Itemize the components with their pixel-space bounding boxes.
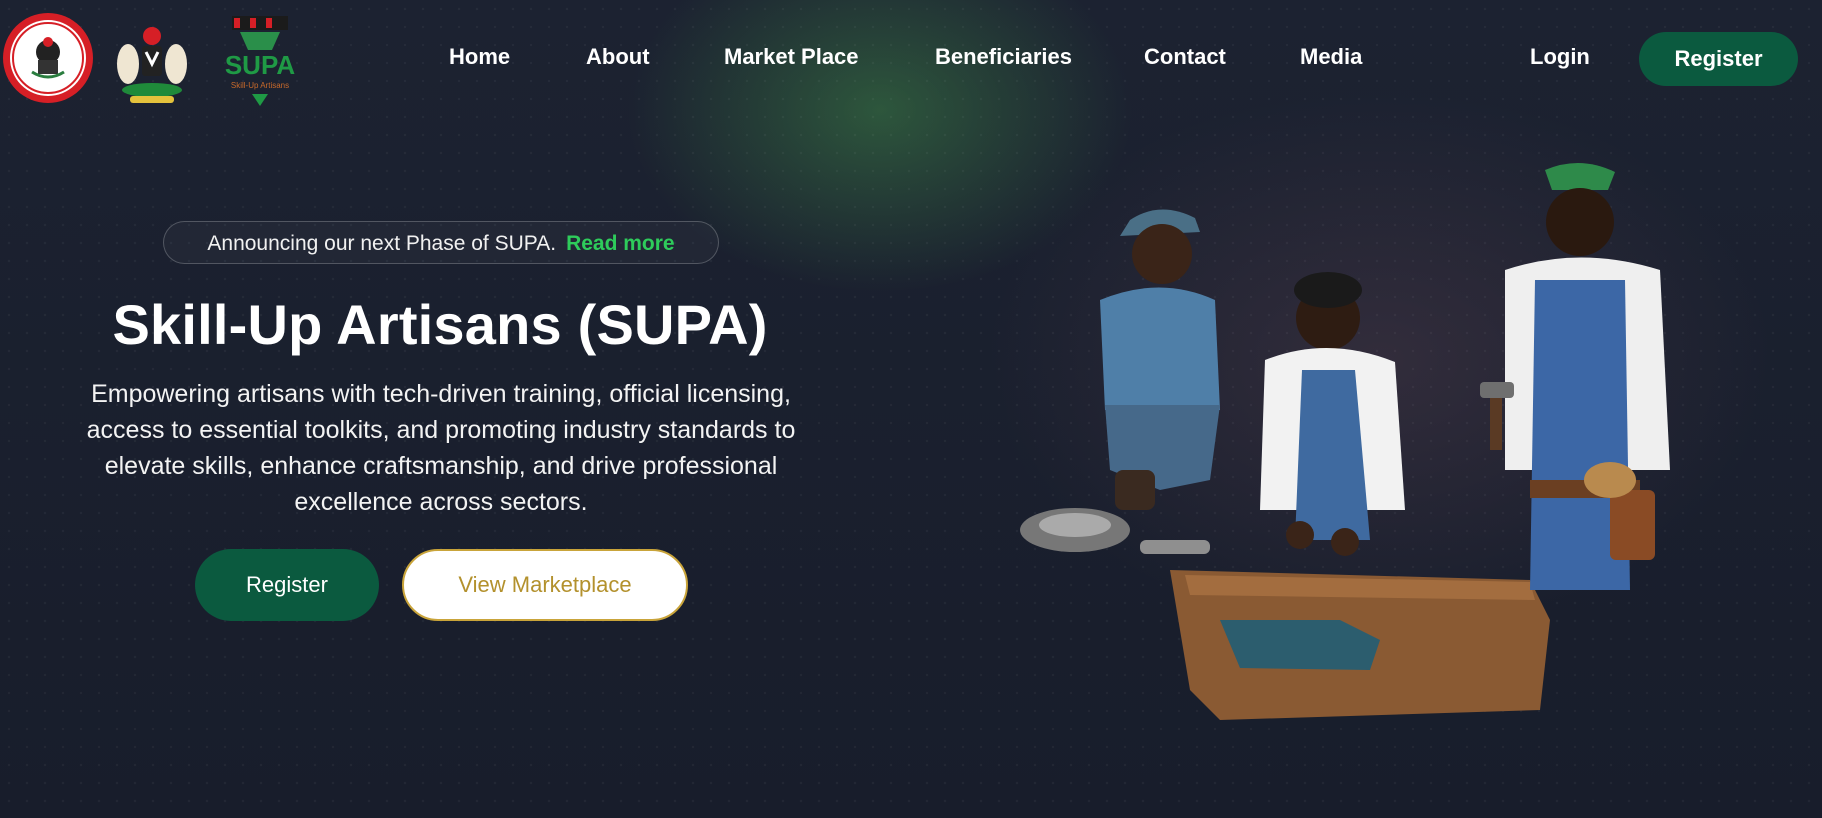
svg-text:SUPA: SUPA	[225, 50, 296, 80]
nav-beneficiaries[interactable]: Beneficiaries	[935, 44, 1072, 70]
read-more-link[interactable]: Read more	[566, 232, 675, 255]
coat-of-arms-icon	[117, 27, 187, 103]
nav-home[interactable]: Home	[449, 44, 510, 70]
artisans-illustration	[1020, 162, 1670, 720]
svg-text:Skill-Up Artisans: Skill-Up Artisans	[231, 81, 289, 90]
hero-subtitle: Empowering artisans with tech-driven tra…	[86, 380, 796, 516]
logo-group[interactable]: SUPA Skill-Up Artisans	[0, 8, 320, 108]
worker-left-figure	[1100, 209, 1220, 510]
view-marketplace-button[interactable]: View Marketplace	[402, 549, 688, 621]
nav-contact[interactable]: Contact	[1144, 44, 1226, 70]
hero-register-button[interactable]: Register	[195, 549, 379, 621]
worker-middle-figure	[1260, 272, 1405, 556]
nav-about[interactable]: About	[586, 44, 650, 70]
itf-logo-icon[interactable]	[2, 12, 94, 104]
announcement-text: Announcing our next Phase of SUPA.	[207, 232, 557, 255]
login-link[interactable]: Login	[1530, 44, 1590, 70]
announcement-pill: Announcing our next Phase of SUPA. Read m…	[163, 221, 719, 264]
nav-media[interactable]: Media	[1300, 44, 1362, 70]
nav-market-place[interactable]: Market Place	[724, 44, 859, 70]
worker-right-figure	[1480, 162, 1670, 590]
supa-logo-icon[interactable]: SUPA Skill-Up Artisans	[210, 10, 310, 108]
header-register-button[interactable]: Register	[1639, 32, 1798, 86]
hero-title: Skill-Up Artisans (SUPA)	[112, 293, 768, 356]
